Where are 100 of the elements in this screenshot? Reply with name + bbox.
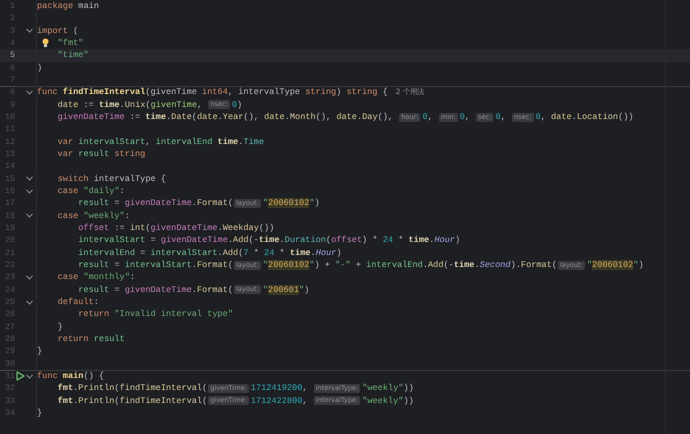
code-token: . — [192, 284, 197, 295]
code-token: Format — [196, 260, 228, 270]
code-token: . — [120, 100, 125, 110]
code-token: ( — [145, 100, 151, 110]
code-token: = — [150, 235, 157, 246]
fold-chevron-icon[interactable] — [26, 300, 33, 305]
code-token: func — [37, 87, 59, 98]
code-token: return — [58, 334, 90, 344]
code-token: " — [262, 198, 268, 208]
code-token: . — [218, 248, 223, 258]
code-token: ( — [228, 284, 234, 295]
code-token: string — [114, 149, 146, 160]
code-token: , — [540, 112, 547, 122]
lightbulb-icon[interactable] — [42, 38, 49, 48]
line-number: 5 — [8, 49, 15, 62]
code-token: ( — [228, 260, 234, 270]
code-token: givenDateTime — [58, 112, 125, 122]
fold-chevron-icon[interactable] — [26, 213, 33, 218]
code-token: date — [196, 112, 218, 122]
code-token: )) — [403, 396, 414, 406]
code-token: givenDateTime — [160, 235, 228, 246]
fold-chevron-icon[interactable] — [26, 188, 33, 194]
code-token: result — [78, 284, 110, 295]
code-token: " — [262, 284, 268, 295]
code-token: ( — [114, 383, 120, 394]
code-token: time — [290, 248, 311, 258]
code-token: , intervalType — [228, 87, 302, 98]
code-token: string — [346, 87, 378, 98]
code-token: : — [130, 272, 136, 282]
code-token: Month — [290, 112, 316, 122]
code-token: 1712422800 — [250, 396, 302, 406]
code-token: result — [78, 260, 110, 270]
code-token: Weekday — [222, 223, 259, 234]
code-token: intervalStart — [124, 260, 192, 270]
code-token: time — [454, 260, 474, 270]
code-token: func — [37, 371, 59, 381]
code-token: = — [114, 284, 121, 295]
code-token: ). — [510, 260, 521, 270]
code-token: findTimeInterval — [120, 396, 202, 406]
code-token: intervalStart — [150, 248, 218, 258]
fold-chevron-icon[interactable] — [26, 176, 33, 182]
code-token: date — [58, 100, 78, 110]
code-token: Duration — [284, 235, 326, 246]
code-token: : — [124, 210, 130, 221]
code-token: ) — [336, 87, 342, 98]
code-token: fmt — [58, 383, 74, 394]
fold-chevron-icon[interactable] — [26, 90, 33, 95]
code-token: . — [284, 112, 290, 122]
code-token: * — [254, 248, 260, 258]
code-token: " — [262, 260, 268, 270]
code-token: (- — [248, 235, 259, 246]
code-token: (), — [378, 112, 394, 122]
code-token: (), — [243, 112, 260, 122]
code-token: 0 — [422, 112, 428, 122]
code-token: 20060102 — [268, 260, 310, 270]
code-token: ( — [202, 396, 208, 406]
code-token: . — [73, 383, 78, 394]
code-token: ( — [192, 112, 197, 122]
code-token: Year — [222, 112, 244, 122]
code-token: ) — [454, 235, 460, 246]
code-token: result — [78, 149, 110, 160]
code-token: int — [130, 223, 146, 234]
code-token: 0 — [495, 112, 501, 122]
code-token: . — [310, 248, 316, 258]
code-token: Second — [480, 260, 511, 270]
code-token: givenDateTime — [124, 198, 192, 208]
code-token: ( — [228, 198, 234, 208]
code-token: givenDateTime — [124, 284, 192, 295]
code-token: Location — [576, 112, 618, 122]
code-token: . — [238, 136, 244, 147]
code-token: var — [58, 136, 74, 147]
code-token: intervalStart — [78, 136, 146, 147]
fold-chevron-icon[interactable] — [26, 274, 33, 280]
code-token: = — [114, 260, 121, 270]
code-token: " — [633, 260, 638, 270]
code-token: main — [78, 1, 99, 12]
code-token: Format — [196, 284, 228, 295]
code-token: := — [114, 223, 126, 234]
code-token: ) — [37, 62, 42, 73]
code-token: , — [302, 396, 309, 406]
code-token: 24 — [382, 235, 394, 246]
code-token: (), — [316, 112, 332, 122]
code-token: (givenTime — [145, 87, 198, 98]
code-token: 0 — [232, 100, 238, 110]
code-token: findTimeInterval — [120, 383, 202, 394]
code-token: , — [302, 383, 309, 394]
run-icon[interactable] — [16, 371, 25, 381]
code-token: = — [114, 198, 121, 208]
code-token: () { — [83, 371, 104, 381]
fold-chevron-icon[interactable] — [26, 28, 33, 34]
code-token: = — [140, 248, 146, 258]
code-token: ) — [638, 260, 644, 270]
code-token: givenDateTime — [150, 223, 218, 234]
code-token: * — [280, 248, 286, 258]
code-token: offset — [331, 235, 362, 246]
code-token: 0 — [460, 112, 465, 122]
fold-chevron-icon[interactable] — [26, 374, 33, 378]
code-token: "monthly" — [83, 272, 130, 282]
code-token: "weekly" — [83, 210, 125, 221]
code-token: )) — [403, 383, 414, 394]
